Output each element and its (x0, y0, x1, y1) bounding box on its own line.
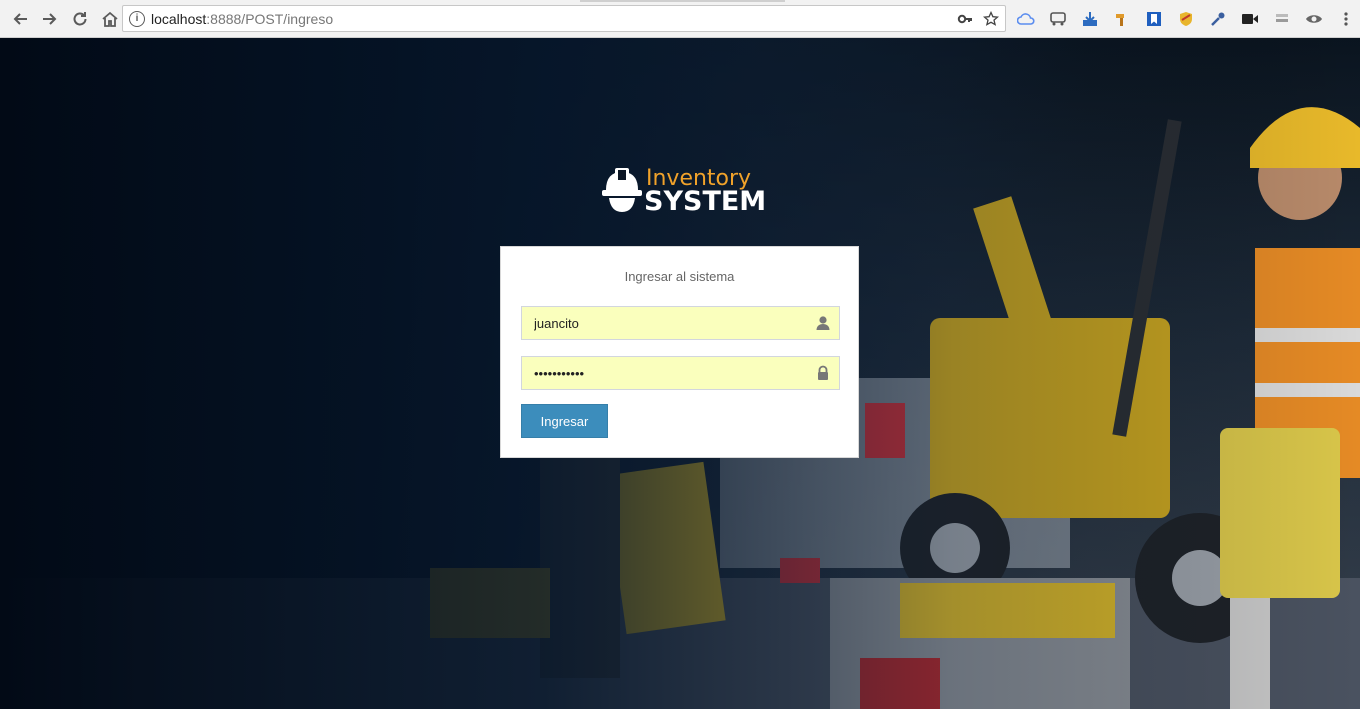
info-icon[interactable]: i (129, 10, 145, 27)
username-input[interactable] (522, 307, 802, 339)
login-box: Ingresar al sistema Ingresar (500, 246, 859, 458)
reload-icon[interactable] (66, 5, 94, 33)
inventory-system-logo: Inventory SYSTEM (602, 166, 766, 220)
login-page-background: Inventory SYSTEM Ingresar al sistema Ing… (0, 38, 1360, 709)
tab-strip-edge (580, 0, 785, 2)
bus-extension-icon[interactable] (1042, 6, 1074, 32)
user-icon (816, 316, 830, 330)
password-field-wrapper (521, 356, 840, 390)
eye-extension-icon[interactable] (1298, 6, 1330, 32)
home-icon[interactable] (96, 5, 124, 33)
browser-toolbar: i localhost:8888/POST/ingreso (0, 0, 1360, 38)
address-bar[interactable]: i localhost:8888/POST/ingreso (122, 5, 1006, 32)
url-path: :8888/POST/ingreso (206, 10, 334, 27)
username-field-wrapper (521, 306, 840, 340)
download-extension-icon[interactable] (1074, 6, 1106, 32)
menu-icon[interactable] (1330, 6, 1360, 32)
video-extension-icon[interactable] (1234, 6, 1266, 32)
back-icon[interactable] (6, 5, 34, 33)
cloud-extension-icon[interactable] (1010, 6, 1042, 32)
bookmark-extension-icon[interactable] (1138, 6, 1170, 32)
password-input[interactable] (522, 357, 802, 389)
helmet-logo-icon (602, 168, 642, 212)
forward-icon[interactable] (36, 5, 64, 33)
star-icon[interactable] (981, 9, 1001, 29)
lock-icon (818, 365, 828, 380)
extensions-bar (1010, 6, 1360, 32)
login-submit-button[interactable]: Ingresar (521, 404, 608, 438)
logo-text-system: SYSTEM (644, 186, 767, 217)
tag-extension-icon[interactable] (1106, 6, 1138, 32)
shield-extension-icon[interactable] (1170, 6, 1202, 32)
seo-extension-icon[interactable] (1266, 6, 1298, 32)
key-icon[interactable] (955, 9, 975, 29)
url-host: localhost (151, 10, 207, 27)
eyedropper-extension-icon[interactable] (1202, 6, 1234, 32)
login-box-message: Ingresar al sistema (624, 269, 735, 284)
